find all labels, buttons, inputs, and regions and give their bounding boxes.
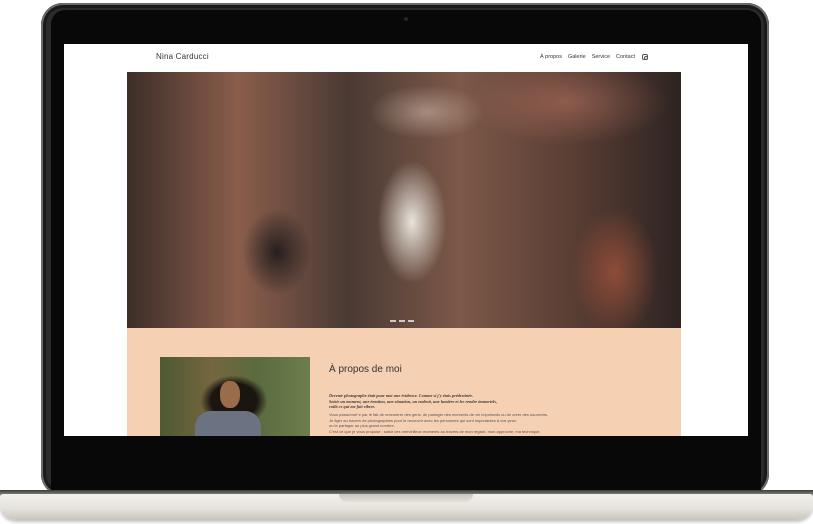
website-screen: Nina Carducci À propos Galerie Service C… bbox=[64, 44, 748, 436]
body-line: Vous passionné·e par le fait de rencontr… bbox=[329, 412, 549, 417]
portrait-photo bbox=[160, 357, 310, 436]
quote-line: voilà ce qui me fait vibrer. bbox=[329, 404, 376, 410]
carousel-indicators bbox=[390, 320, 414, 322]
webcam-icon bbox=[404, 17, 408, 21]
carousel-indicator[interactable] bbox=[399, 320, 405, 322]
body-line: C'est ce que je vous propose : saisir ce… bbox=[329, 429, 541, 435]
nav-link-contact[interactable]: Contact bbox=[616, 54, 635, 60]
hero-carousel[interactable] bbox=[127, 72, 681, 328]
site-brand[interactable]: Nina Carducci bbox=[156, 52, 209, 61]
site-header: Nina Carducci À propos Galerie Service C… bbox=[64, 44, 748, 70]
nav-link-about[interactable]: À propos bbox=[540, 54, 562, 60]
main-menu: À propos Galerie Service Contact bbox=[540, 54, 649, 61]
laptop-opening-notch bbox=[339, 494, 473, 502]
carousel-indicator[interactable] bbox=[390, 320, 396, 322]
about-heading: À propos de moi bbox=[329, 364, 402, 375]
carousel-indicator[interactable] bbox=[408, 320, 414, 322]
about-body: Vous passionné·e par le fait de rencontr… bbox=[329, 412, 574, 435]
nav-link-gallery[interactable]: Galerie bbox=[568, 54, 586, 60]
nav-link-service[interactable]: Service bbox=[592, 54, 610, 60]
about-quote: Devenir photographe était pour moi une é… bbox=[329, 393, 569, 410]
about-section: À propos de moi Devenir photographe étai… bbox=[127, 328, 681, 436]
instagram-icon[interactable] bbox=[642, 54, 649, 61]
portrait-face bbox=[220, 381, 240, 408]
portrait-clothing bbox=[195, 411, 261, 436]
